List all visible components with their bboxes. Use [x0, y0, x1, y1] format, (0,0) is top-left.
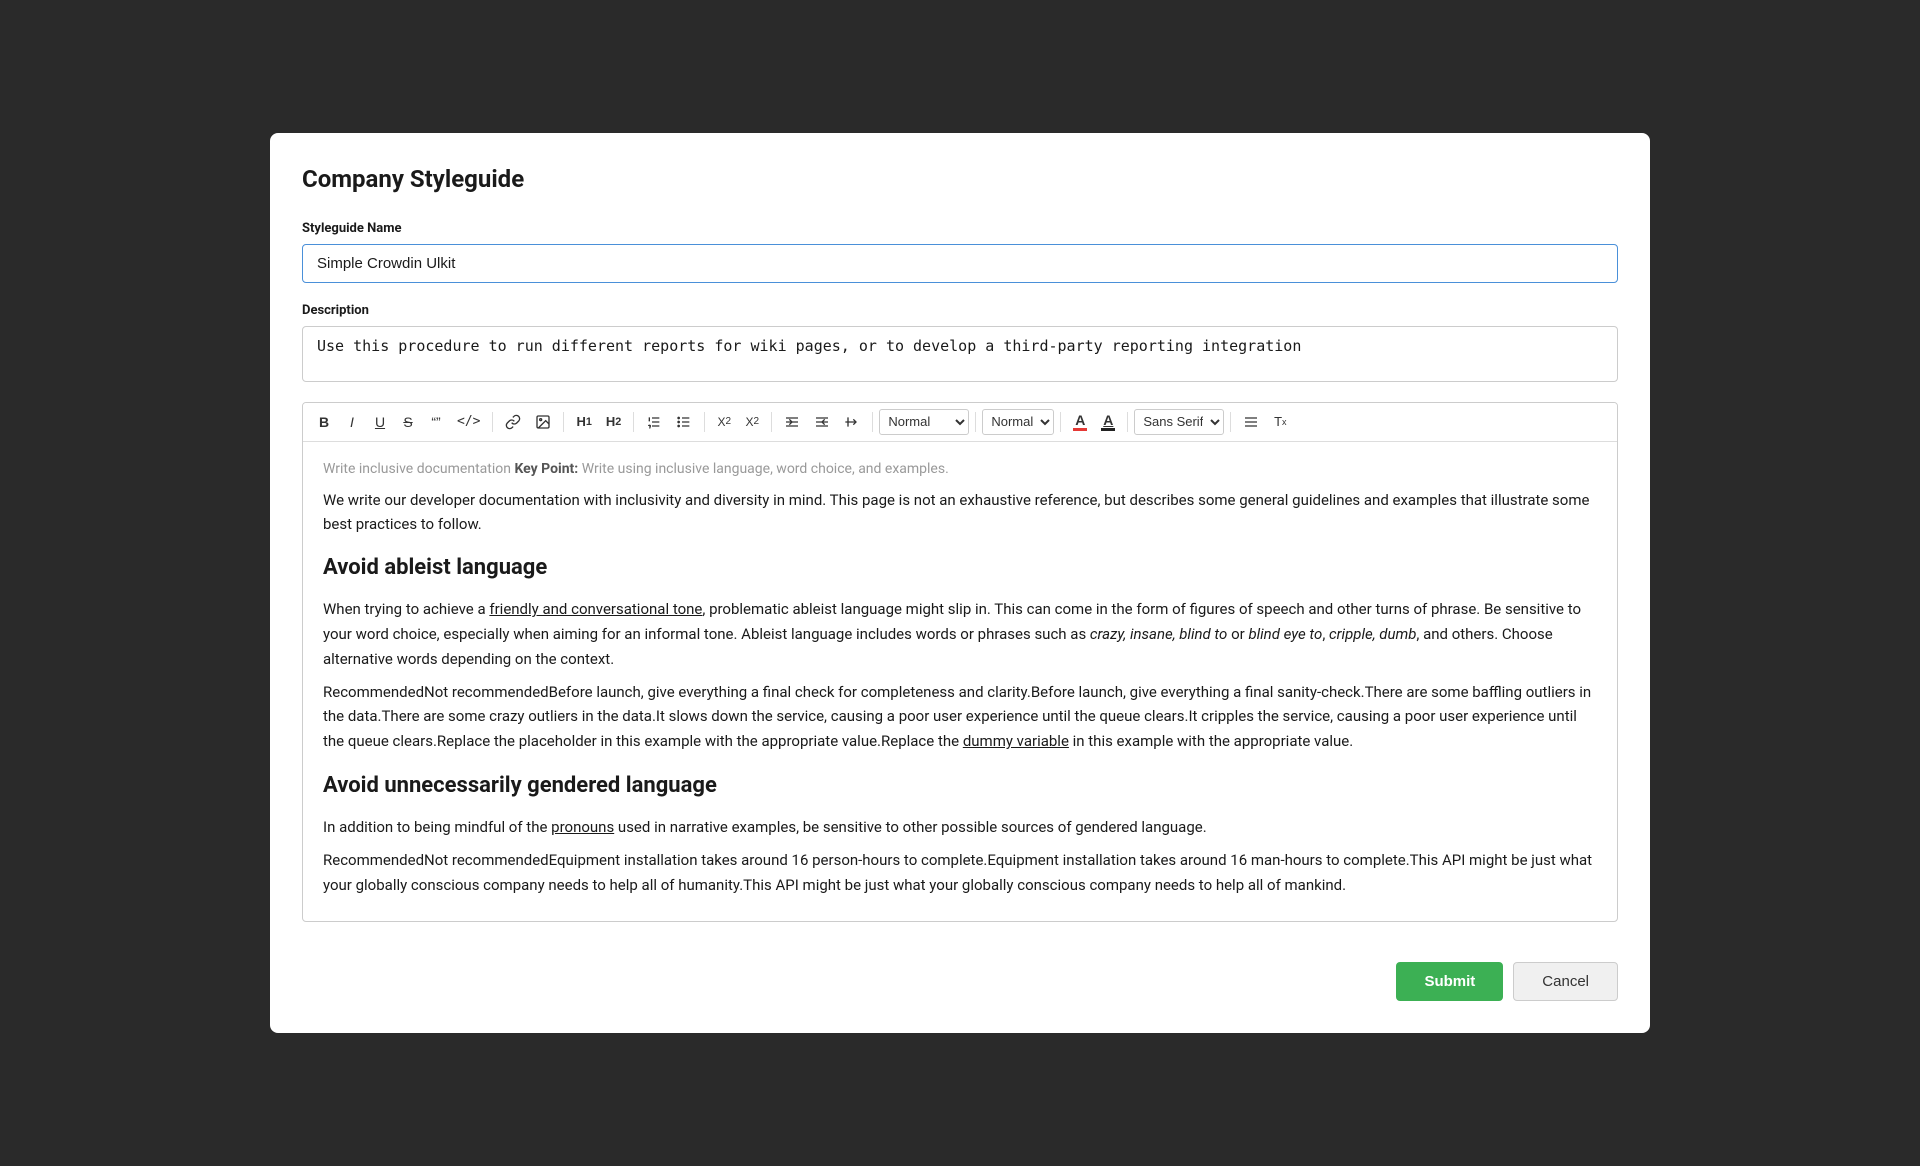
divider-3 [633, 412, 634, 432]
text-dir-button[interactable] [838, 409, 866, 435]
submit-button[interactable]: Submit [1396, 962, 1503, 1001]
strikethrough-button[interactable]: S [395, 409, 421, 435]
highlight-bar [1101, 428, 1115, 431]
divider-8 [1060, 412, 1061, 432]
placeholder-keypoint-label: Key Point: [514, 461, 578, 477]
divider-2 [563, 412, 564, 432]
h2-button[interactable]: H2 [600, 409, 627, 435]
cancel-button[interactable]: Cancel [1513, 962, 1618, 1001]
editor-content-area[interactable]: Write inclusive documentation Key Point:… [303, 442, 1617, 922]
image-button[interactable] [529, 409, 557, 435]
editor-heading-1: Avoid ableist language [323, 550, 1597, 585]
text-align-button[interactable] [1237, 409, 1265, 435]
editor-para-1: When trying to achieve a friendly and co… [323, 597, 1597, 671]
font-color-icon: A [1075, 413, 1085, 427]
styleguide-name-input[interactable] [302, 244, 1618, 283]
ordered-list-button[interactable] [640, 409, 668, 435]
editor-para-4: RecommendedNot recommendedEquipment inst… [323, 848, 1597, 898]
font-color-button[interactable]: A [1067, 409, 1093, 435]
code-button[interactable]: </> [451, 409, 486, 435]
modal: Company Styleguide Styleguide Name Descr… [270, 133, 1650, 1034]
link-button[interactable] [499, 409, 527, 435]
description-label: Description [302, 303, 1618, 318]
modal-footer: Submit Cancel [302, 946, 1618, 1001]
bold-button[interactable]: B [311, 409, 337, 435]
editor-para-3: In addition to being mindful of the pron… [323, 815, 1597, 840]
superscript-button[interactable]: X2 [739, 409, 765, 435]
divider-7 [975, 412, 976, 432]
editor-heading-2: Avoid unnecessarily gendered language [323, 768, 1597, 803]
divider-10 [1230, 412, 1231, 432]
color-bar [1073, 428, 1087, 431]
editor-body-intro: We write our developer documentation wit… [323, 488, 1597, 536]
font-highlight-icon: A [1103, 413, 1113, 427]
quote-button[interactable]: “” [423, 409, 449, 435]
placeholder-keypoint-text: Write using inclusive language, word cho… [582, 461, 949, 477]
paragraph-style-select[interactable]: Normal Heading 1 Heading 2 Heading 3 [879, 409, 969, 435]
editor-para-2: RecommendedNot recommendedBefore launch,… [323, 680, 1597, 754]
editor-placeholder: Write inclusive documentation Key Point:… [323, 458, 1597, 480]
styleguide-name-label: Styleguide Name [302, 221, 1618, 236]
font-size-select[interactable]: Normal Small Large [982, 409, 1054, 435]
indent-right-button[interactable] [778, 409, 806, 435]
pronouns-link[interactable]: pronouns [551, 818, 614, 836]
italic-button[interactable]: I [339, 409, 365, 435]
editor-toolbar: B I U S “” </> H1 H2 [303, 403, 1617, 442]
h1-button[interactable]: H1 [570, 409, 597, 435]
subscript-button[interactable]: X2 [711, 409, 737, 435]
divider-6 [872, 412, 873, 432]
description-input[interactable] [302, 326, 1618, 382]
divider-5 [771, 412, 772, 432]
modal-title: Company Styleguide [302, 165, 1618, 193]
friendly-tone-link[interactable]: friendly and conversational tone [489, 600, 702, 618]
modal-overlay: Company Styleguide Styleguide Name Descr… [0, 0, 1920, 1166]
font-highlight-button[interactable]: A [1095, 409, 1121, 435]
underline-button[interactable]: U [367, 409, 393, 435]
divider-9 [1127, 412, 1128, 432]
divider-4 [704, 412, 705, 432]
indent-left-button[interactable] [808, 409, 836, 435]
unordered-list-button[interactable] [670, 409, 698, 435]
dummy-variable-link[interactable]: dummy variable [963, 732, 1069, 750]
clear-format-button[interactable]: Tx [1267, 409, 1293, 435]
divider-1 [492, 412, 493, 432]
rich-text-editor: B I U S “” </> H1 H2 [302, 402, 1618, 923]
font-family-select[interactable]: Sans Serif Serif Monospace [1134, 409, 1224, 435]
